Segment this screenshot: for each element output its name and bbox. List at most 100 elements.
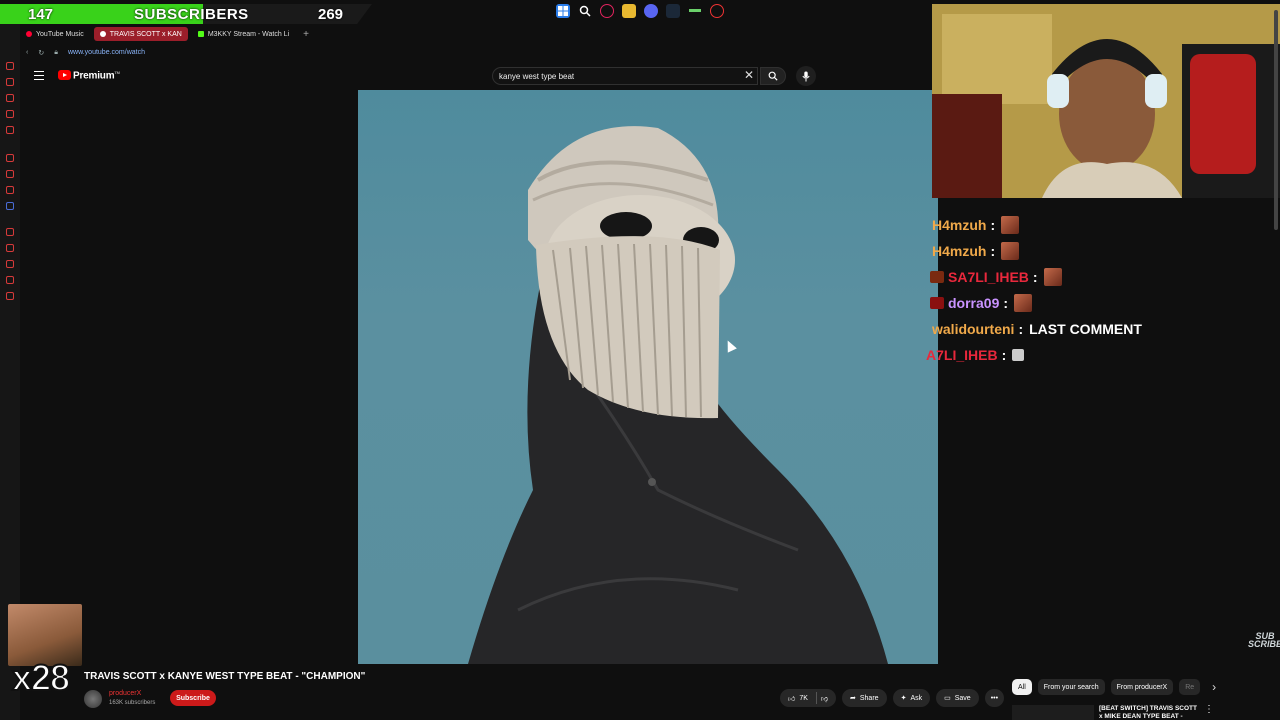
chat-username: H4mzuh xyxy=(932,243,987,259)
hamburger-menu-icon[interactable] xyxy=(34,71,44,80)
chip-related[interactable]: Re xyxy=(1179,679,1201,695)
youtube-premium-brand[interactable]: PremiumTM xyxy=(73,70,120,81)
steam-icon[interactable] xyxy=(666,4,680,18)
folder-icon[interactable] xyxy=(622,4,636,18)
search-button[interactable] xyxy=(760,67,786,85)
recommended-video-title[interactable]: [BEAT SWITCH] TRAVIS SCOTT x MIKE DEAN T… xyxy=(1099,705,1199,720)
share-button[interactable]: ➦ Share xyxy=(842,689,887,707)
chat-badge-icon xyxy=(930,297,944,309)
sidebar-app-icon[interactable] xyxy=(6,62,14,70)
sidebar-app-icon[interactable] xyxy=(6,94,14,102)
album-artwork xyxy=(468,126,888,664)
clear-search-icon[interactable]: ✕ xyxy=(744,69,754,81)
address-bar: ‹ ↻ 🔒︎ www.youtube.com/watch xyxy=(20,45,932,60)
sidebar-app-icon[interactable] xyxy=(6,276,14,284)
subscriber-goal-target: 269 xyxy=(318,6,344,23)
chat-message: H4mzuh : xyxy=(926,238,1280,264)
chip-all[interactable]: All xyxy=(1012,679,1032,695)
channel-avatar[interactable] xyxy=(84,690,102,708)
more-horizontal-icon: ••• xyxy=(990,694,999,702)
recommendation-chips: All From your search From producerX Re › xyxy=(1012,679,1216,695)
search-taskbar-icon[interactable] xyxy=(578,4,592,18)
emote-icon xyxy=(1001,242,1020,260)
chat-username: SA7LI_IHEB xyxy=(948,269,1029,285)
reload-icon[interactable]: ↻ xyxy=(38,49,44,57)
sidebar-app-icon[interactable] xyxy=(6,244,14,252)
chat-username: dorra09 xyxy=(948,295,1000,311)
sidebar-app-icon[interactable] xyxy=(6,186,14,194)
video-actions: 👍︎ 7K 👎︎ ➦ Share ✦ Ask ▭ Save ••• xyxy=(780,689,1005,707)
discord-icon[interactable] xyxy=(644,4,658,18)
page-scrollbar[interactable] xyxy=(1274,10,1278,230)
audio-playing-icon xyxy=(99,31,106,37)
browser-tab-strip: YouTube Music TRAVIS SCOTT x KAN M3KKY S… xyxy=(20,26,313,42)
thumbs-down-icon[interactable]: 👎︎ xyxy=(821,694,828,703)
tab-label: M3KKY Stream - Watch Li xyxy=(207,30,290,38)
ask-label: Ask xyxy=(910,694,923,702)
trademark: TM xyxy=(114,70,120,75)
recommended-video-thumbnail[interactable] xyxy=(1012,705,1094,720)
video-title: TRAVIS SCOTT x KANYE WEST TYPE BEAT - "C… xyxy=(84,671,366,682)
sidebar-app-icon[interactable] xyxy=(6,260,14,268)
back-icon[interactable]: ‹ xyxy=(26,49,28,56)
chat-separator: : xyxy=(1003,295,1009,311)
save-button[interactable]: ▭ Save xyxy=(936,689,979,707)
subscriber-count: 147 xyxy=(28,6,54,23)
sidebar-app-icon[interactable] xyxy=(6,126,14,134)
subscriber-goal-label: SUBSCRIBERS xyxy=(134,6,249,23)
like-button[interactable]: 👍︎ 7K 👎︎ xyxy=(780,689,836,707)
emote-icon xyxy=(1012,349,1025,361)
chip-from-channel[interactable]: From producerX xyxy=(1110,679,1174,695)
share-label: Share xyxy=(859,694,879,702)
channel-name[interactable]: producerX xyxy=(109,690,141,697)
chat-separator: : xyxy=(1001,347,1007,363)
sidebar-app-icon[interactable] xyxy=(6,170,14,178)
chip-from-search[interactable]: From your search xyxy=(1037,679,1105,695)
sidebar-app-icon[interactable] xyxy=(6,78,14,86)
share-icon: ➦ xyxy=(850,695,856,702)
bookmark-icon: ▭ xyxy=(944,695,951,702)
ask-button[interactable]: ✦ Ask xyxy=(892,689,931,707)
chat-username: walidourteni xyxy=(932,321,1015,337)
chat-message: dorra09 : xyxy=(926,290,1280,316)
microphone-icon xyxy=(802,71,810,81)
sidebar-app-icon[interactable] xyxy=(6,292,14,300)
tab-label: TRAVIS SCOTT x KAN xyxy=(109,30,182,38)
emote-icon xyxy=(1001,216,1020,234)
video-player[interactable] xyxy=(358,90,938,664)
search-icon xyxy=(768,71,778,81)
url-field[interactable]: www.youtube.com/watch xyxy=(68,49,145,56)
sidebar-app-icon[interactable] xyxy=(6,202,14,210)
obs-icon[interactable] xyxy=(710,4,724,18)
chat-separator: : xyxy=(1018,321,1024,337)
chevron-right-icon[interactable]: › xyxy=(1212,680,1216,694)
subscribe-button[interactable]: Subscribe xyxy=(170,690,216,706)
youtube-music-icon xyxy=(26,31,32,37)
channel-subscriber-count: 163K subscribers xyxy=(109,700,156,706)
more-vertical-icon[interactable]: ⋮ xyxy=(1204,704,1214,715)
xbox-icon[interactable] xyxy=(688,4,702,18)
chat-separator: : xyxy=(990,217,996,233)
browser-app-icon[interactable] xyxy=(600,4,614,18)
more-actions-button[interactable]: ••• xyxy=(984,689,1005,707)
sidebar-app-icon[interactable] xyxy=(6,110,14,118)
chat-message: SA7LI_IHEB : xyxy=(926,264,1280,290)
tab-current-video[interactable]: TRAVIS SCOTT x KAN xyxy=(93,27,188,41)
search-input[interactable]: kanye west type beat xyxy=(492,67,758,85)
sidebar-app-icon[interactable] xyxy=(6,154,14,162)
subscriber-goal-bar: 147 SUBSCRIBERS 269 xyxy=(0,4,372,24)
windows-start-icon[interactable] xyxy=(556,4,570,18)
voice-search-button[interactable] xyxy=(796,66,816,86)
youtube-header: PremiumTM kanye west type beat ✕ xyxy=(20,62,934,90)
tab-kick-stream[interactable]: M3KKY Stream - Watch Li xyxy=(192,27,295,41)
new-tab-button[interactable]: + xyxy=(299,29,313,40)
chat-text: LAST COMMENT xyxy=(1029,321,1142,337)
stream-screen: 147 SUBSCRIBERS 269 YouTube Music TRAVIS… xyxy=(0,0,1280,720)
webcam-feed xyxy=(932,4,1280,198)
sidebar-app-icon[interactable] xyxy=(6,228,14,236)
kick-icon xyxy=(197,31,204,37)
youtube-logo-icon[interactable] xyxy=(58,70,71,80)
chat-separator: : xyxy=(990,243,996,259)
brand-label: Premium xyxy=(73,70,115,82)
tab-youtube-music[interactable]: YouTube Music xyxy=(20,27,90,41)
